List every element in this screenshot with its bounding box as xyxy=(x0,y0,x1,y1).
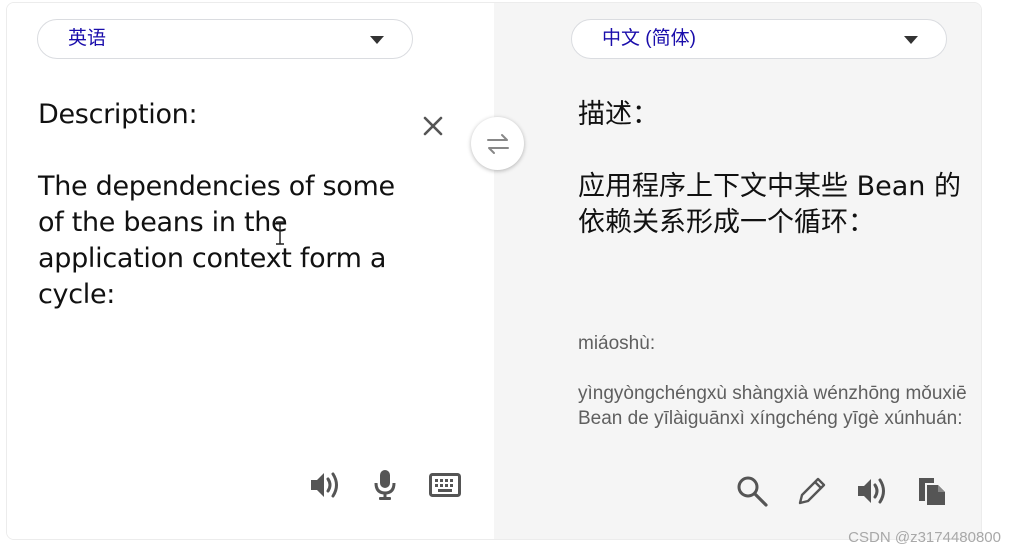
pinyin-romanization: miáoshù: yìngyòngchéngxù shàngxià wénzhō… xyxy=(578,333,967,429)
pencil-icon[interactable] xyxy=(792,471,832,511)
search-icon[interactable] xyxy=(732,471,772,511)
translator-card: 英语 Description: The dependencies of some… xyxy=(6,2,982,540)
keyboard-icon[interactable] xyxy=(425,465,465,505)
close-icon[interactable] xyxy=(420,113,446,139)
target-language-select[interactable]: 中文 (简体) xyxy=(571,19,947,59)
translation-output: 描述： 应用程序上下文中某些 Bean 的依赖关系形成一个循环： xyxy=(578,99,961,238)
swap-icon xyxy=(486,133,509,154)
speaker-icon[interactable] xyxy=(305,465,345,505)
source-language-label: 英语 xyxy=(68,28,107,49)
copy-icon[interactable] xyxy=(912,471,952,511)
speaker-icon[interactable] xyxy=(852,471,892,511)
source-text-input[interactable]: Description: The dependencies of some of… xyxy=(38,97,398,313)
text-cursor-icon xyxy=(274,221,286,250)
target-pane: 中文 (简体) 描述： 应用程序上下文中某些 Bean 的依赖关系形成一个循环：… xyxy=(494,3,981,539)
source-pane: 英语 Description: The dependencies of some… xyxy=(7,3,494,539)
watermark: CSDN @z3174480800 xyxy=(848,529,1001,546)
microphone-icon[interactable] xyxy=(365,465,405,505)
source-language-select[interactable]: 英语 xyxy=(37,19,413,59)
target-language-label: 中文 (简体) xyxy=(602,28,696,49)
chevron-down-icon xyxy=(904,36,918,44)
chevron-down-icon xyxy=(370,36,384,44)
swap-languages-button[interactable] xyxy=(471,117,524,170)
